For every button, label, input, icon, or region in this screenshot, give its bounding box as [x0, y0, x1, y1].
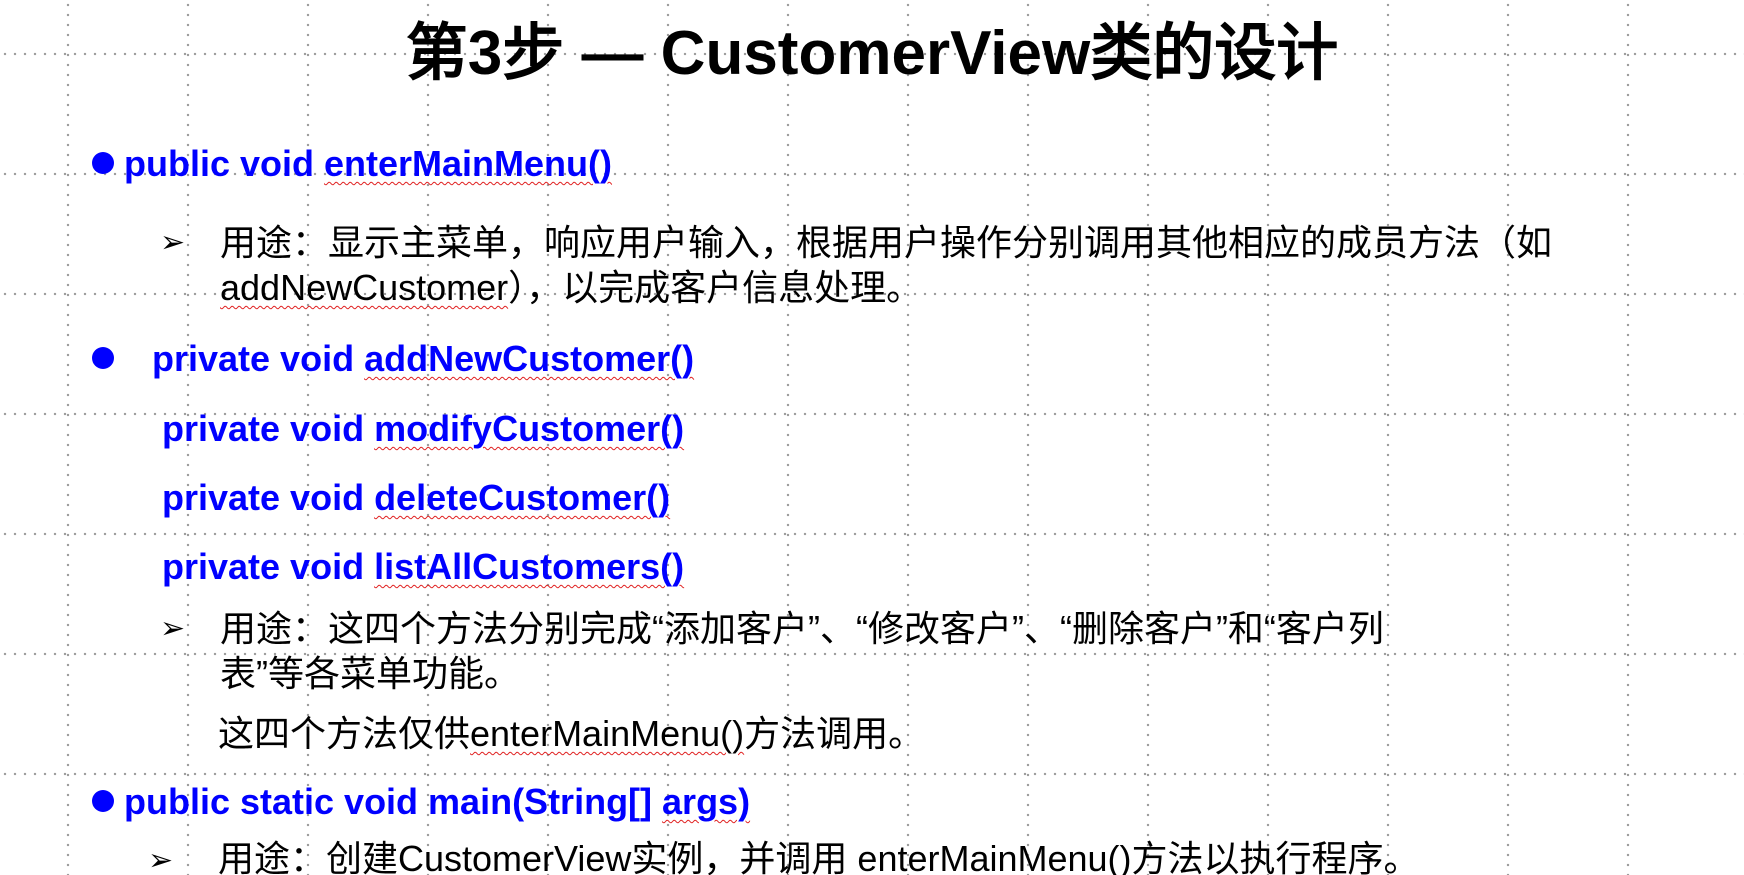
- bullet-dot-icon: [92, 347, 114, 370]
- method-modifier: private void: [162, 477, 375, 518]
- method-name: enterMainMenu(): [324, 143, 613, 184]
- bullet-dot-icon: [92, 790, 114, 813]
- desc-line: 表”等各菜单功能。: [220, 653, 520, 694]
- desc-text: 这四个方法仅供: [218, 713, 471, 754]
- slide-title: 第3步 — CustomerView类的设计: [405, 19, 1339, 88]
- bullet-main: public static void main(String[] args): [92, 780, 750, 824]
- bullet-dot-icon: [92, 152, 114, 175]
- method-ref: enterMainMenu(): [470, 713, 745, 754]
- desc-line: 用途：显示主菜单，响应用户输入，根据用户操作分别调用其他相应的成员方法（如: [220, 222, 1553, 263]
- method-list-all-customers: private void listAllCustomers(): [162, 545, 684, 589]
- bullet-add-new-customer: private void addNewCustomer(): [92, 337, 694, 381]
- arrow-bullet-icon: ➢: [160, 612, 186, 645]
- method-modifier: public static void main(String[]: [124, 781, 663, 822]
- method-name: addNewCustomer(): [364, 338, 695, 379]
- method-delete-customer: private void deleteCustomer(): [162, 476, 670, 520]
- desc-text: ），以完成客户信息处理。: [508, 267, 923, 308]
- desc-line: 用途：创建CustomerView实例，并调用 enterMainMenu()方…: [218, 838, 1420, 875]
- desc-text: 方法调用。: [744, 713, 925, 754]
- method-ref: addNewCustomer: [220, 267, 509, 308]
- method-modifier: private void: [152, 338, 365, 379]
- desc-line: addNewCustomer），以完成客户信息处理。: [220, 265, 922, 310]
- method-modify-customer: private void modifyCustomer(): [162, 407, 684, 451]
- method-name: deleteCustomer(): [374, 477, 671, 518]
- method-name: args): [662, 781, 751, 822]
- arrow-bullet-icon: ➢: [148, 844, 174, 875]
- method-modifier: private void: [162, 546, 375, 587]
- desc-line: 用途：这四个方法分别完成“添加客户”、“修改客户”、“删除客户”和“客户列: [220, 608, 1384, 649]
- method-name: listAllCustomers(): [374, 546, 685, 587]
- method-modifier: private void: [162, 408, 375, 449]
- arrow-bullet-icon: ➢: [160, 226, 186, 259]
- slide: 第3步 — CustomerView类的设计 public void enter…: [0, 0, 1744, 875]
- method-name: modifyCustomer(): [374, 408, 685, 449]
- desc-line: 这四个方法仅供enterMainMenu()方法调用。: [218, 711, 924, 756]
- bullet-enter-main-menu: public void enterMainMenu(): [92, 142, 612, 186]
- method-modifier: public void: [124, 143, 325, 184]
